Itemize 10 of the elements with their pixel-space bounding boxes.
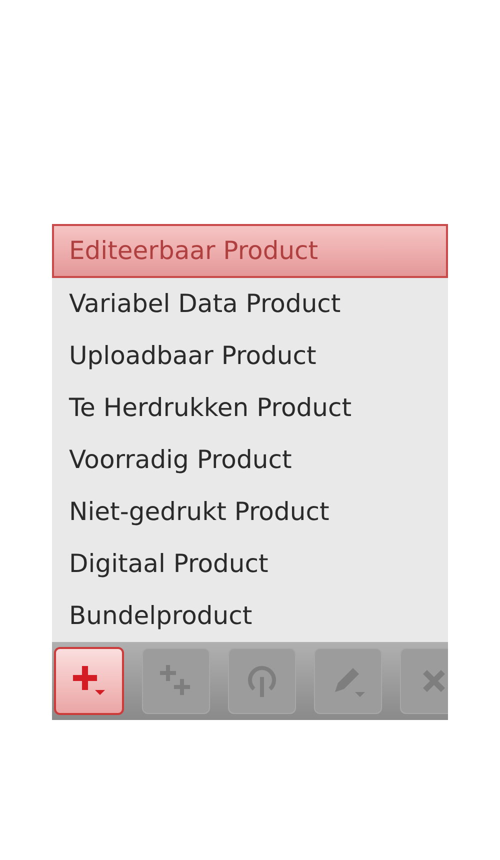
- menu-item[interactable]: Bundelproduct: [52, 590, 448, 642]
- toolbar-button[interactable]: [54, 647, 124, 715]
- menu-item[interactable]: Variabel Data Product: [52, 278, 448, 330]
- power-icon: [245, 663, 279, 699]
- menu-item[interactable]: Digitaal Product: [52, 538, 448, 590]
- menu-item[interactable]: Te Herdrukken Product: [52, 382, 448, 434]
- menu-item[interactable]: Uploadbaar Product: [52, 330, 448, 382]
- menu-item[interactable]: Voorradig Product: [52, 434, 448, 486]
- plus-dropdown-icon: [71, 664, 107, 698]
- menu-item[interactable]: Niet-gedrukt Product: [52, 486, 448, 538]
